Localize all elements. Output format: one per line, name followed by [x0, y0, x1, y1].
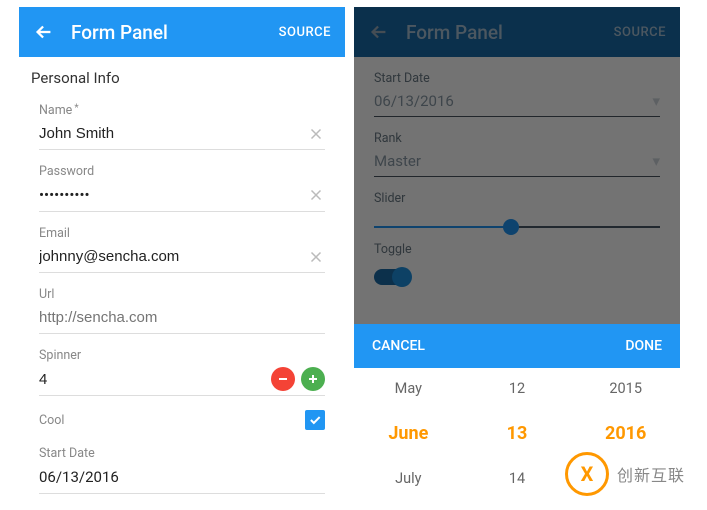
- picker-item[interactable]: 14: [463, 458, 572, 499]
- field-name: Name*: [19, 95, 345, 156]
- url-input[interactable]: [39, 306, 325, 329]
- picker-col-month[interactable]: May June July: [354, 368, 463, 505]
- password-input[interactable]: ••••••••••: [39, 183, 307, 207]
- name-input[interactable]: [39, 122, 307, 145]
- spinner-minus-button[interactable]: [271, 367, 295, 391]
- field-password: Password ••••••••••: [19, 156, 345, 218]
- modal-overlay[interactable]: [354, 7, 680, 324]
- field-url: Url: [19, 279, 345, 340]
- screen-date-picker: Form Panel SOURCE Start Date 06/13/2016▾…: [354, 7, 680, 505]
- picker-item-selected[interactable]: 13: [463, 409, 572, 458]
- email-input[interactable]: [39, 245, 307, 268]
- url-label: Url: [39, 287, 54, 302]
- cool-checkbox[interactable]: [305, 410, 325, 430]
- startdate-value[interactable]: 06/13/2016: [39, 465, 325, 489]
- header-title: Form Panel: [71, 21, 279, 44]
- clear-icon[interactable]: [307, 186, 325, 204]
- picker-item[interactable]: 2015: [571, 368, 680, 409]
- spinner-plus-button[interactable]: [301, 367, 325, 391]
- picker-col-day[interactable]: 12 13 14: [463, 368, 572, 505]
- spinner-label: Spinner: [39, 348, 81, 363]
- startdate-label: Start Date: [39, 446, 95, 461]
- source-button[interactable]: SOURCE: [279, 25, 331, 40]
- cancel-button[interactable]: CANCEL: [372, 338, 425, 354]
- watermark: X 创新互联: [565, 452, 685, 496]
- picker-item[interactable]: July: [354, 458, 463, 499]
- picker-item-selected[interactable]: June: [354, 409, 463, 458]
- spinner-input[interactable]: [39, 368, 271, 391]
- done-button[interactable]: DONE: [625, 338, 662, 354]
- email-label: Email: [39, 226, 70, 241]
- picker-item[interactable]: 12: [463, 368, 572, 409]
- watermark-logo-icon: X: [565, 452, 609, 496]
- clear-icon[interactable]: [307, 125, 325, 143]
- app-header: Form Panel SOURCE: [19, 7, 345, 57]
- picker-item[interactable]: May: [354, 368, 463, 409]
- field-rank: Rank: [19, 500, 345, 505]
- clear-icon[interactable]: [307, 248, 325, 266]
- picker-item-selected[interactable]: 2016: [571, 409, 680, 458]
- back-icon[interactable]: [33, 21, 55, 43]
- field-email: Email: [19, 218, 345, 279]
- picker-toolbar: CANCEL DONE: [354, 324, 680, 368]
- watermark-text: 创新互联: [617, 462, 685, 486]
- name-label: Name*: [39, 103, 79, 118]
- form-content: Personal Info Name* Password •••••••••• …: [19, 57, 345, 505]
- field-cool: Cool: [19, 402, 345, 438]
- screen-form-panel: Form Panel SOURCE Personal Info Name* Pa…: [19, 7, 345, 505]
- field-spinner: Spinner: [19, 340, 345, 402]
- field-start-date: Start Date 06/13/2016: [19, 438, 345, 500]
- section-title: Personal Info: [19, 57, 345, 95]
- password-label: Password: [39, 164, 94, 179]
- cool-label: Cool: [39, 413, 64, 428]
